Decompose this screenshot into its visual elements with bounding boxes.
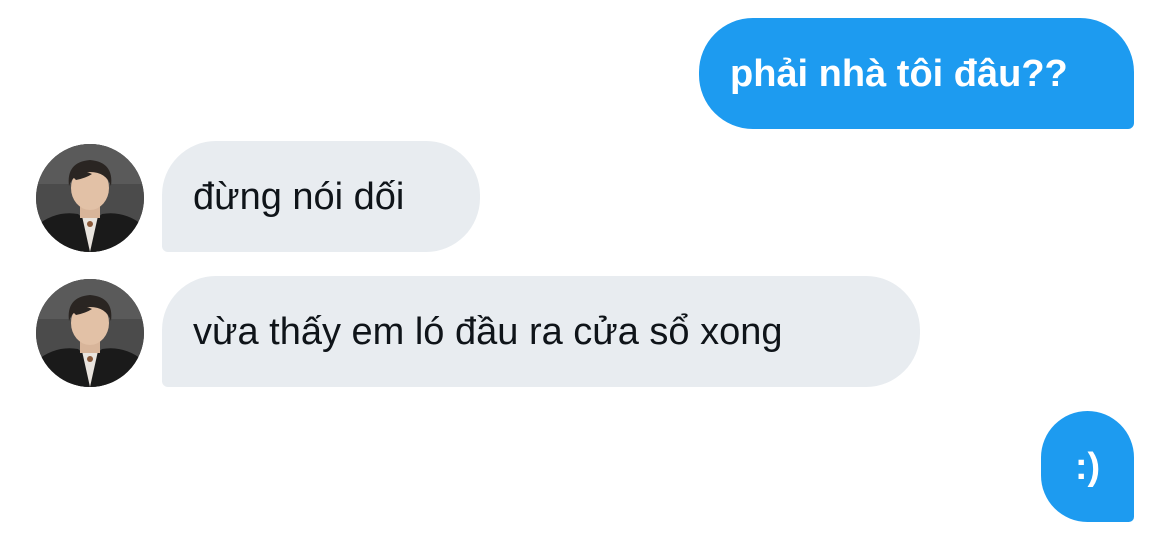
message-bubble-received[interactable]: vừa thấy em ló đầu ra cửa sổ xong [162,276,920,387]
message-text: phải nhà tôi đâu?? [730,52,1068,95]
chat-thread: phải nhà tôi đâu?? đừng nói dối vừa thấy… [0,0,1170,542]
user-photo-avatar-icon [36,144,144,252]
message-text: đừng nói dối [193,175,405,218]
message-bubble-received[interactable]: đừng nói dối [162,141,480,252]
message-text: vừa thấy em ló đầu ra cửa sổ xong [193,310,783,353]
message-bubble-sent[interactable]: :) [1041,411,1134,522]
avatar[interactable] [36,279,144,387]
message-text: :) [1074,445,1101,488]
avatar[interactable] [36,144,144,252]
user-photo-avatar-icon [36,279,144,387]
message-bubble-sent[interactable]: phải nhà tôi đâu?? [699,18,1134,129]
